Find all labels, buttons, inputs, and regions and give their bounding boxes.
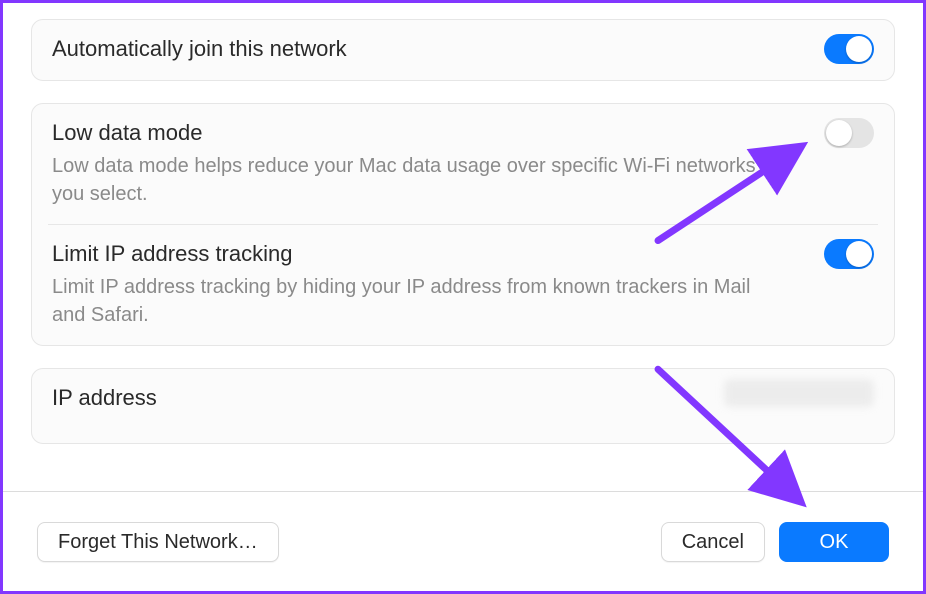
ip-address-value <box>724 379 874 407</box>
settings-dialog: Automatically join this network Low data… <box>0 0 926 594</box>
auto-join-toggle[interactable] <box>824 34 874 64</box>
cancel-button[interactable]: Cancel <box>661 522 765 562</box>
limit-ip-desc: Limit IP address tracking by hiding your… <box>52 273 772 329</box>
settings-scroll: Automatically join this network Low data… <box>3 3 923 489</box>
ok-button[interactable]: OK <box>779 522 889 562</box>
low-data-desc: Low data mode helps reduce your Mac data… <box>52 152 772 208</box>
toggle-knob <box>826 120 852 146</box>
row-auto-join: Automatically join this network <box>32 20 894 80</box>
low-data-title: Low data mode <box>52 118 874 148</box>
card-ip: IP address <box>31 368 895 444</box>
toggle-knob <box>846 241 872 267</box>
card-auto-join: Automatically join this network <box>31 19 895 81</box>
forget-network-button[interactable]: Forget This Network… <box>37 522 279 562</box>
row-low-data: Low data mode Low data mode helps reduce… <box>32 104 894 224</box>
dialog-footer: Forget This Network… Cancel OK <box>3 491 923 591</box>
card-privacy: Low data mode Low data mode helps reduce… <box>31 103 895 346</box>
limit-ip-toggle[interactable] <box>824 239 874 269</box>
low-data-toggle[interactable] <box>824 118 874 148</box>
row-ip-address: IP address <box>32 369 894 443</box>
auto-join-title: Automatically join this network <box>52 34 874 64</box>
limit-ip-title: Limit IP address tracking <box>52 239 874 269</box>
toggle-knob <box>846 36 872 62</box>
row-limit-ip: Limit IP address tracking Limit IP addre… <box>48 224 878 345</box>
